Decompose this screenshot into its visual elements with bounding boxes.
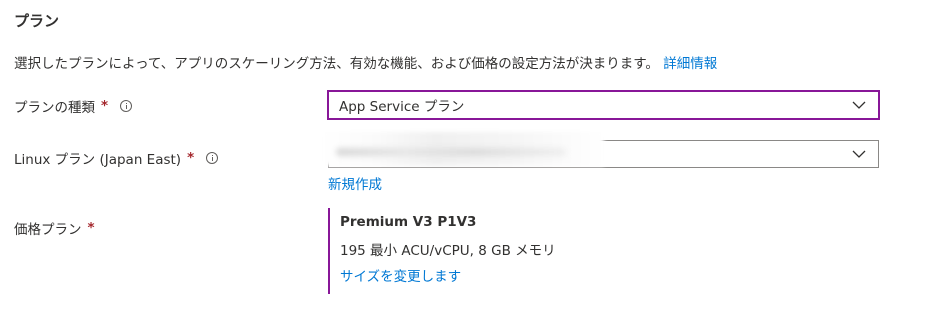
pricing-plan-card: Premium V3 P1V3 195 最小 ACU/vCPU, 8 GB メモ… xyxy=(328,208,556,294)
plan-type-label-row: プランの種類 * xyxy=(14,96,133,116)
chevron-down-icon xyxy=(852,150,866,158)
chevron-down-icon xyxy=(852,101,866,109)
required-marker: * xyxy=(87,220,95,236)
description: 選択したプランによって、アプリのスケーリング方法、有効な機能、および価格の設定方… xyxy=(14,52,717,72)
description-text: 選択したプランによって、アプリのスケーリング方法、有効な機能、および価格の設定方… xyxy=(14,56,659,72)
create-new-link[interactable]: 新規作成 xyxy=(328,173,382,193)
linux-plan-label-row: Linux プラン (Japan East) * xyxy=(14,148,219,168)
info-icon[interactable] xyxy=(120,100,133,112)
pricing-plan-label-row: 価格プラン * xyxy=(14,218,95,238)
info-icon[interactable] xyxy=(206,152,219,164)
plan-type-label: プランの種類 xyxy=(14,100,95,116)
pricing-plan-label: 価格プラン xyxy=(14,222,82,238)
change-size-link[interactable]: サイズを変更します xyxy=(340,265,461,285)
required-marker: * xyxy=(101,98,109,114)
redacted-text xyxy=(336,148,566,156)
learn-more-link[interactable]: 詳細情報 xyxy=(663,56,717,72)
required-marker: * xyxy=(187,150,195,166)
pricing-plan-name: Premium V3 P1V3 xyxy=(340,214,477,230)
plan-type-selected-value: App Service プラン xyxy=(339,99,465,115)
pricing-plan-spec: 195 最小 ACU/vCPU, 8 GB メモリ xyxy=(340,243,556,259)
section-title: プラン xyxy=(14,12,60,30)
linux-plan-label: Linux プラン (Japan East) xyxy=(14,152,182,168)
plan-type-dropdown[interactable]: App Service プラン xyxy=(327,90,880,120)
